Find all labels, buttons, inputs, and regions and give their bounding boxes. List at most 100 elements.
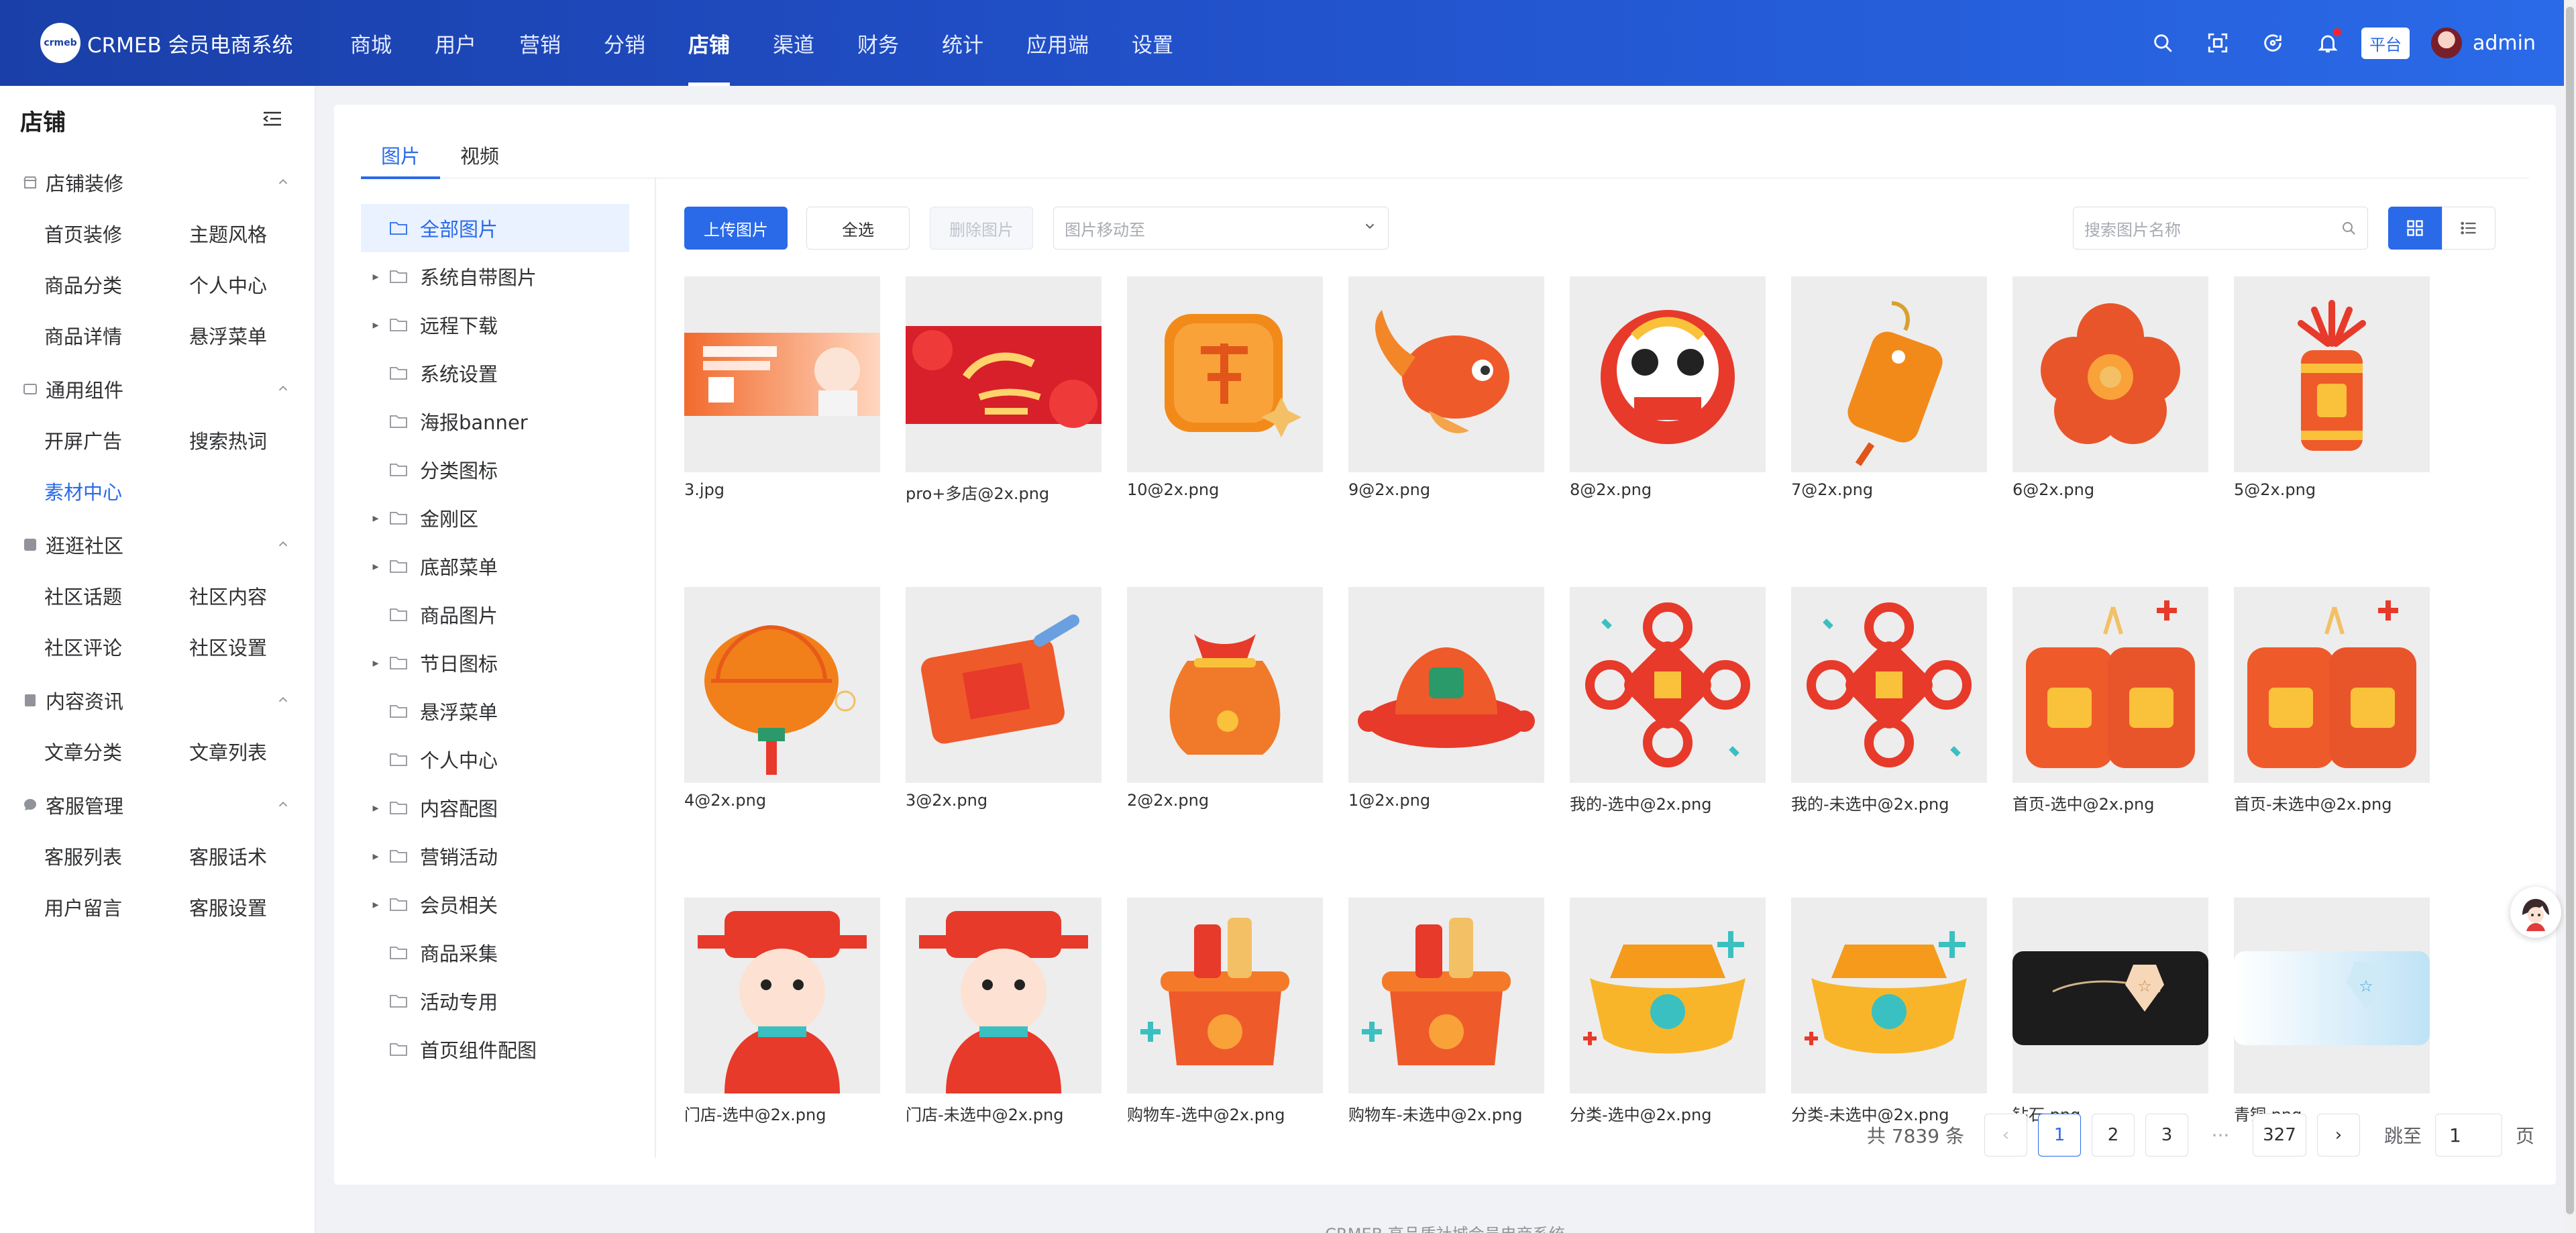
delete-image-button[interactable]: 删除图片 <box>930 207 1033 250</box>
image-thumbnail[interactable] <box>2234 276 2430 472</box>
image-thumbnail[interactable] <box>1570 587 1766 783</box>
image-card[interactable]: 8@2x.png <box>1570 276 1766 504</box>
image-card[interactable]: 5@2x.png <box>2234 276 2430 504</box>
select-all-button[interactable]: 全选 <box>806 207 910 250</box>
image-thumbnail[interactable] <box>1791 276 1987 472</box>
image-thumbnail[interactable] <box>1570 898 1766 1093</box>
image-thumbnail[interactable] <box>684 276 880 472</box>
image-thumbnail[interactable] <box>2012 276 2208 472</box>
topnav-item-6[interactable]: 财务 <box>836 0 920 86</box>
sidebar-group-header[interactable]: 内容资讯 <box>0 675 315 726</box>
image-card[interactable]: 购物车-选中@2x.png <box>1127 898 1323 1125</box>
username[interactable]: admin <box>2473 32 2536 55</box>
sidebar-item[interactable]: 个人中心 <box>189 259 334 310</box>
page-number-button[interactable]: 2 <box>2091 1114 2135 1157</box>
image-card[interactable]: pro+多店@2x.png <box>906 276 1102 504</box>
folder-tree-node[interactable]: ▸ 底部菜单 <box>361 542 629 590</box>
image-thumbnail[interactable] <box>906 276 1102 472</box>
caret-right-icon[interactable]: ▸ <box>368 849 384 863</box>
folder-tree-node[interactable]: 分类图标 <box>361 445 629 494</box>
image-thumbnail[interactable] <box>906 898 1102 1093</box>
topnav-item-3[interactable]: 分销 <box>582 0 667 86</box>
page-number-button[interactable]: 3 <box>2145 1114 2188 1157</box>
sidebar-item[interactable]: 商品详情 <box>44 310 189 361</box>
folder-tree-node[interactable]: ▸ 远程下载 <box>361 301 629 349</box>
folder-tree-node[interactable]: 个人中心 <box>361 735 629 784</box>
folder-tree-node[interactable]: ▸ 金刚区 <box>361 494 629 542</box>
image-thumbnail[interactable] <box>1348 898 1544 1093</box>
topnav-item-4[interactable]: 店铺 <box>667 0 751 86</box>
caret-right-icon[interactable]: ▸ <box>368 318 384 332</box>
folder-tree-node[interactable]: ▸ 营销活动 <box>361 832 629 880</box>
topnav-item-1[interactable]: 用户 <box>413 0 498 86</box>
image-card[interactable]: 2@2x.png <box>1127 587 1323 814</box>
caret-right-icon[interactable]: ▸ <box>368 270 384 284</box>
sidebar-item[interactable]: 素材中心 <box>44 466 189 517</box>
image-card[interactable]: 分类-未选中@2x.png <box>1791 898 1987 1125</box>
sidebar-item[interactable]: 商品分类 <box>44 259 189 310</box>
sidebar-item[interactable]: 悬浮菜单 <box>189 310 334 361</box>
brand-logo[interactable]: crmeb CRMEB 会员电商系统 <box>40 23 329 63</box>
image-thumbnail[interactable] <box>1348 276 1544 472</box>
folder-tree-node[interactable]: 商品图片 <box>361 590 629 639</box>
sidebar-item[interactable]: 首页装修 <box>44 208 189 259</box>
sidebar-item[interactable]: 社区设置 <box>189 621 334 672</box>
image-thumbnail[interactable]: ☆ <box>2012 898 2208 1093</box>
sidebar-item[interactable]: 文章分类 <box>44 726 189 777</box>
image-thumbnail[interactable] <box>1127 276 1323 472</box>
image-thumbnail[interactable] <box>2012 587 2208 783</box>
sidebar-item[interactable]: 社区评论 <box>44 621 189 672</box>
sidebar-item[interactable]: 客服话术 <box>189 830 334 881</box>
sidebar-group-header[interactable]: 逛逛社区 <box>0 519 315 570</box>
image-thumbnail[interactable] <box>1127 587 1323 783</box>
topnav-item-7[interactable]: 统计 <box>920 0 1005 86</box>
prev-page-button[interactable]: ‹ <box>1984 1114 2027 1157</box>
image-card[interactable]: 1@2x.png <box>1348 587 1544 814</box>
folder-tree-node[interactable]: 商品采集 <box>361 928 629 977</box>
image-thumbnail[interactable] <box>1348 587 1544 783</box>
image-card[interactable]: 10@2x.png <box>1127 276 1323 504</box>
image-card[interactable]: 购物车-未选中@2x.png <box>1348 898 1544 1125</box>
search-icon[interactable] <box>2341 220 2357 236</box>
user-avatar[interactable] <box>2431 28 2462 58</box>
image-thumbnail[interactable] <box>684 587 880 783</box>
next-page-button[interactable]: › <box>2316 1114 2360 1157</box>
tab-videos[interactable]: 视频 <box>440 131 519 178</box>
sidebar-group-header[interactable]: 通用组件 <box>0 364 315 415</box>
image-card[interactable]: 我的-选中@2x.png <box>1570 587 1766 814</box>
caret-right-icon[interactable]: ▸ <box>368 511 384 525</box>
grid-view-button[interactable] <box>2388 207 2442 250</box>
page-number-button[interactable]: 1 <box>2037 1114 2081 1157</box>
folder-tree-node[interactable]: ▸ 系统自带图片 <box>361 252 629 301</box>
refresh-icon[interactable] <box>2259 30 2286 56</box>
caret-right-icon[interactable]: ▸ <box>368 559 384 574</box>
sidebar-item[interactable]: 主题风格 <box>189 208 334 259</box>
image-card[interactable]: 首页-未选中@2x.png <box>2234 587 2430 814</box>
image-thumbnail[interactable]: ☆ <box>2234 898 2430 1093</box>
image-search-input[interactable]: 搜索图片名称 <box>2073 207 2368 250</box>
image-thumbnail[interactable] <box>1127 898 1323 1093</box>
last-page-button[interactable]: 327 <box>2252 1114 2306 1157</box>
sidebar-item[interactable]: 搜索热词 <box>189 415 334 466</box>
image-thumbnail[interactable] <box>684 898 880 1093</box>
image-card[interactable]: 门店-未选中@2x.png <box>906 898 1102 1125</box>
folder-tree-node[interactable]: ▸ 会员相关 <box>361 880 629 928</box>
pagination-ellipsis[interactable]: ··· <box>2199 1124 2242 1146</box>
folder-tree-node[interactable]: 全部图片 <box>361 204 629 252</box>
image-thumbnail[interactable] <box>2234 587 2430 783</box>
sidebar-group-header[interactable]: 客服管理 <box>0 780 315 830</box>
topnav-item-5[interactable]: 渠道 <box>751 0 836 86</box>
folder-tree-node[interactable]: 首页组件配图 <box>361 1025 629 1073</box>
fullscreen-icon[interactable] <box>2204 30 2231 56</box>
image-card[interactable]: ☆钻石.png <box>2012 898 2208 1125</box>
folder-tree-node[interactable]: 悬浮菜单 <box>361 687 629 735</box>
image-card[interactable]: 首页-选中@2x.png <box>2012 587 2208 814</box>
folder-tree-node[interactable]: 海报banner <box>361 397 629 445</box>
move-to-select[interactable]: 图片移动至 <box>1053 207 1389 250</box>
topnav-item-0[interactable]: 商城 <box>329 0 413 86</box>
image-card[interactable]: 6@2x.png <box>2012 276 2208 504</box>
folder-tree-node[interactable]: ▸ 内容配图 <box>361 784 629 832</box>
sidebar-item[interactable]: 社区话题 <box>44 570 189 621</box>
sidebar-item[interactable]: 用户留言 <box>44 881 189 932</box>
search-icon[interactable] <box>2149 30 2176 56</box>
